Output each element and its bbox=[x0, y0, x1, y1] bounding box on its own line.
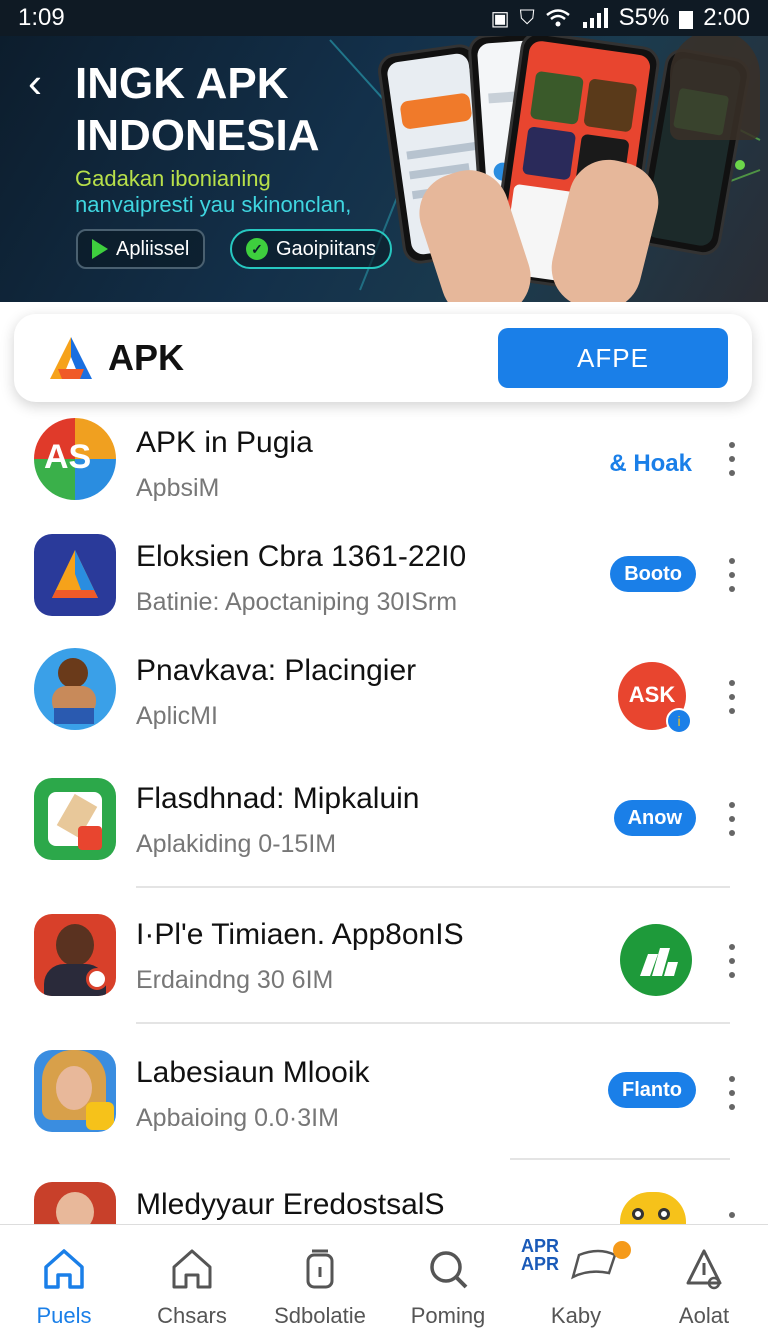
app-action-link[interactable]: & Hoak bbox=[609, 450, 692, 478]
notification-dot bbox=[613, 1241, 631, 1259]
app-action-button[interactable]: Anow bbox=[613, 800, 696, 836]
info-badge-icon: i bbox=[666, 708, 692, 734]
more-options-icon[interactable] bbox=[726, 944, 738, 978]
list-divider bbox=[136, 886, 730, 888]
house-outline-icon bbox=[172, 1249, 212, 1289]
status-bar: 1:09 ▣ ⛉ S5% 2:00 bbox=[0, 0, 768, 36]
more-options-icon[interactable] bbox=[726, 680, 738, 714]
app-meta: Apbaioing 0.0·3IM bbox=[136, 1104, 339, 1132]
wifi-icon bbox=[545, 9, 570, 27]
app-name: Pnavkava: Placingier bbox=[136, 654, 417, 687]
more-options-icon[interactable] bbox=[726, 442, 738, 476]
search-card: APK AFPE bbox=[14, 314, 752, 402]
app-meta: AplicMI bbox=[136, 702, 218, 730]
nav-item-home[interactable]: Puels bbox=[0, 1225, 128, 1344]
phones-illustration bbox=[375, 28, 768, 302]
app-name: Flasdhnad: Mipkaluin bbox=[136, 782, 420, 815]
camera-icon: ▣ bbox=[490, 7, 510, 30]
shield-icon: ⛉ bbox=[519, 6, 535, 29]
nav-label: Puels bbox=[36, 1303, 92, 1328]
nav-label: Chsars bbox=[157, 1303, 227, 1328]
more-options-icon[interactable] bbox=[726, 558, 738, 592]
list-item[interactable]: AS APK in Pugia ApbsiM & Hoak bbox=[0, 412, 768, 530]
magnifier-icon bbox=[430, 1251, 468, 1289]
apr-badge-text: APR bbox=[521, 1236, 560, 1256]
apk-logo-icon bbox=[50, 337, 92, 379]
search-button[interactable]: AFPE bbox=[498, 328, 728, 388]
nav-label: Poming bbox=[410, 1303, 486, 1328]
app-meta: ApbsiM bbox=[136, 474, 220, 502]
nav-item-aolat[interactable]: Aolat bbox=[640, 1225, 768, 1344]
hero-subtitle: Gadakan ibonianing nanvaipresti yau skin… bbox=[75, 166, 352, 217]
nav-item-chsars[interactable]: Chsars bbox=[128, 1225, 256, 1344]
list-item[interactable]: Eloksien Cbra 1361-22I0 Batinie: Apoctan… bbox=[0, 530, 768, 648]
leaf-icon: ✓ bbox=[246, 238, 268, 260]
nav-item-kaby[interactable]: APR APR Kaby bbox=[512, 1225, 640, 1344]
battery-icon bbox=[679, 11, 694, 29]
hero-apps-button[interactable]: Apliissel bbox=[76, 229, 206, 269]
person-portrait-icon bbox=[34, 914, 116, 996]
character-icon bbox=[34, 648, 116, 730]
triangle-a-logo-icon bbox=[34, 534, 116, 616]
hero-title: INGK APK INDONESIA bbox=[75, 59, 320, 160]
hammer-app-icon bbox=[34, 778, 116, 860]
app-action-button[interactable]: Booto bbox=[610, 556, 696, 592]
bottom-navigation: Puels Chsars Sdbolatie Poming APR APR Ka… bbox=[0, 1224, 768, 1344]
hero-apps-button-label: Apliissel bbox=[116, 237, 190, 260]
app-name: Mledyyaur EredostsalS bbox=[136, 1188, 445, 1221]
more-options-icon[interactable] bbox=[726, 1076, 738, 1110]
home-icon bbox=[44, 1249, 84, 1289]
list-item[interactable]: Labesiaun Mlooik Apbaioing 0.0·3IM Flant… bbox=[0, 1046, 768, 1164]
status-clock: 2:00 bbox=[703, 4, 750, 31]
woman-portrait-icon bbox=[34, 1050, 116, 1132]
back-button[interactable]: ‹ bbox=[28, 62, 42, 104]
hero-games-button[interactable]: ✓ Gaoipiitans bbox=[230, 229, 393, 269]
app-action-badge[interactable]: ASK i bbox=[618, 662, 692, 734]
app-meta: Aplakiding 0-15IM bbox=[136, 830, 337, 858]
as-logo-icon: AS bbox=[34, 418, 116, 500]
nav-item-poming[interactable]: Poming bbox=[384, 1225, 512, 1344]
battery-percent: S5% bbox=[618, 4, 670, 31]
list-item[interactable]: I·Pl'e Timiaen. App8onIS Erdaindng 30 6I… bbox=[0, 908, 768, 1026]
list-item[interactable]: Flasdhnad: Mipkaluin Aplakiding 0-15IM A… bbox=[0, 772, 768, 890]
app-action-badge-label: ASK bbox=[628, 682, 676, 707]
jar-icon bbox=[306, 1249, 334, 1289]
signal-icon bbox=[582, 8, 608, 28]
nav-item-sdbolatie[interactable]: Sdbolatie bbox=[256, 1225, 384, 1344]
app-name: Labesiaun Mlooik bbox=[136, 1056, 370, 1089]
nav-label: Kaby bbox=[550, 1303, 602, 1328]
app-name: I·Pl'e Timiaen. App8onIS bbox=[136, 918, 464, 951]
apr-badge-text: APR bbox=[521, 1254, 560, 1274]
list-divider bbox=[510, 1158, 730, 1160]
app-meta: Erdaindng 30 6IM bbox=[136, 966, 334, 994]
play-icon bbox=[92, 239, 108, 259]
signal-app-badge-icon[interactable] bbox=[620, 924, 692, 996]
app-action-button[interactable]: Flanto bbox=[608, 1072, 696, 1108]
nav-label: Sdbolatie bbox=[274, 1303, 366, 1328]
apr-badge-icon: APR APR bbox=[521, 1237, 631, 1293]
status-time: 1:09 bbox=[18, 4, 65, 31]
nav-label: Aolat bbox=[678, 1303, 730, 1328]
more-options-icon[interactable] bbox=[726, 802, 738, 836]
search-title: APK bbox=[108, 337, 185, 378]
warning-bell-icon bbox=[686, 1249, 722, 1290]
app-meta: Batinie: Apoctaniping 30ISrm bbox=[136, 588, 458, 616]
app-name: APK in Pugia bbox=[136, 426, 313, 459]
hero-banner: ‹ INGK APK INDONESIA Gadakan ibonianing … bbox=[0, 0, 768, 302]
app-name: Eloksien Cbra 1361-22I0 bbox=[136, 540, 467, 573]
hero-games-button-label: Gaoipiitans bbox=[276, 237, 377, 260]
list-item[interactable]: Pnavkava: Placingier AplicMI ASK i bbox=[0, 648, 768, 766]
list-divider bbox=[136, 1022, 730, 1024]
